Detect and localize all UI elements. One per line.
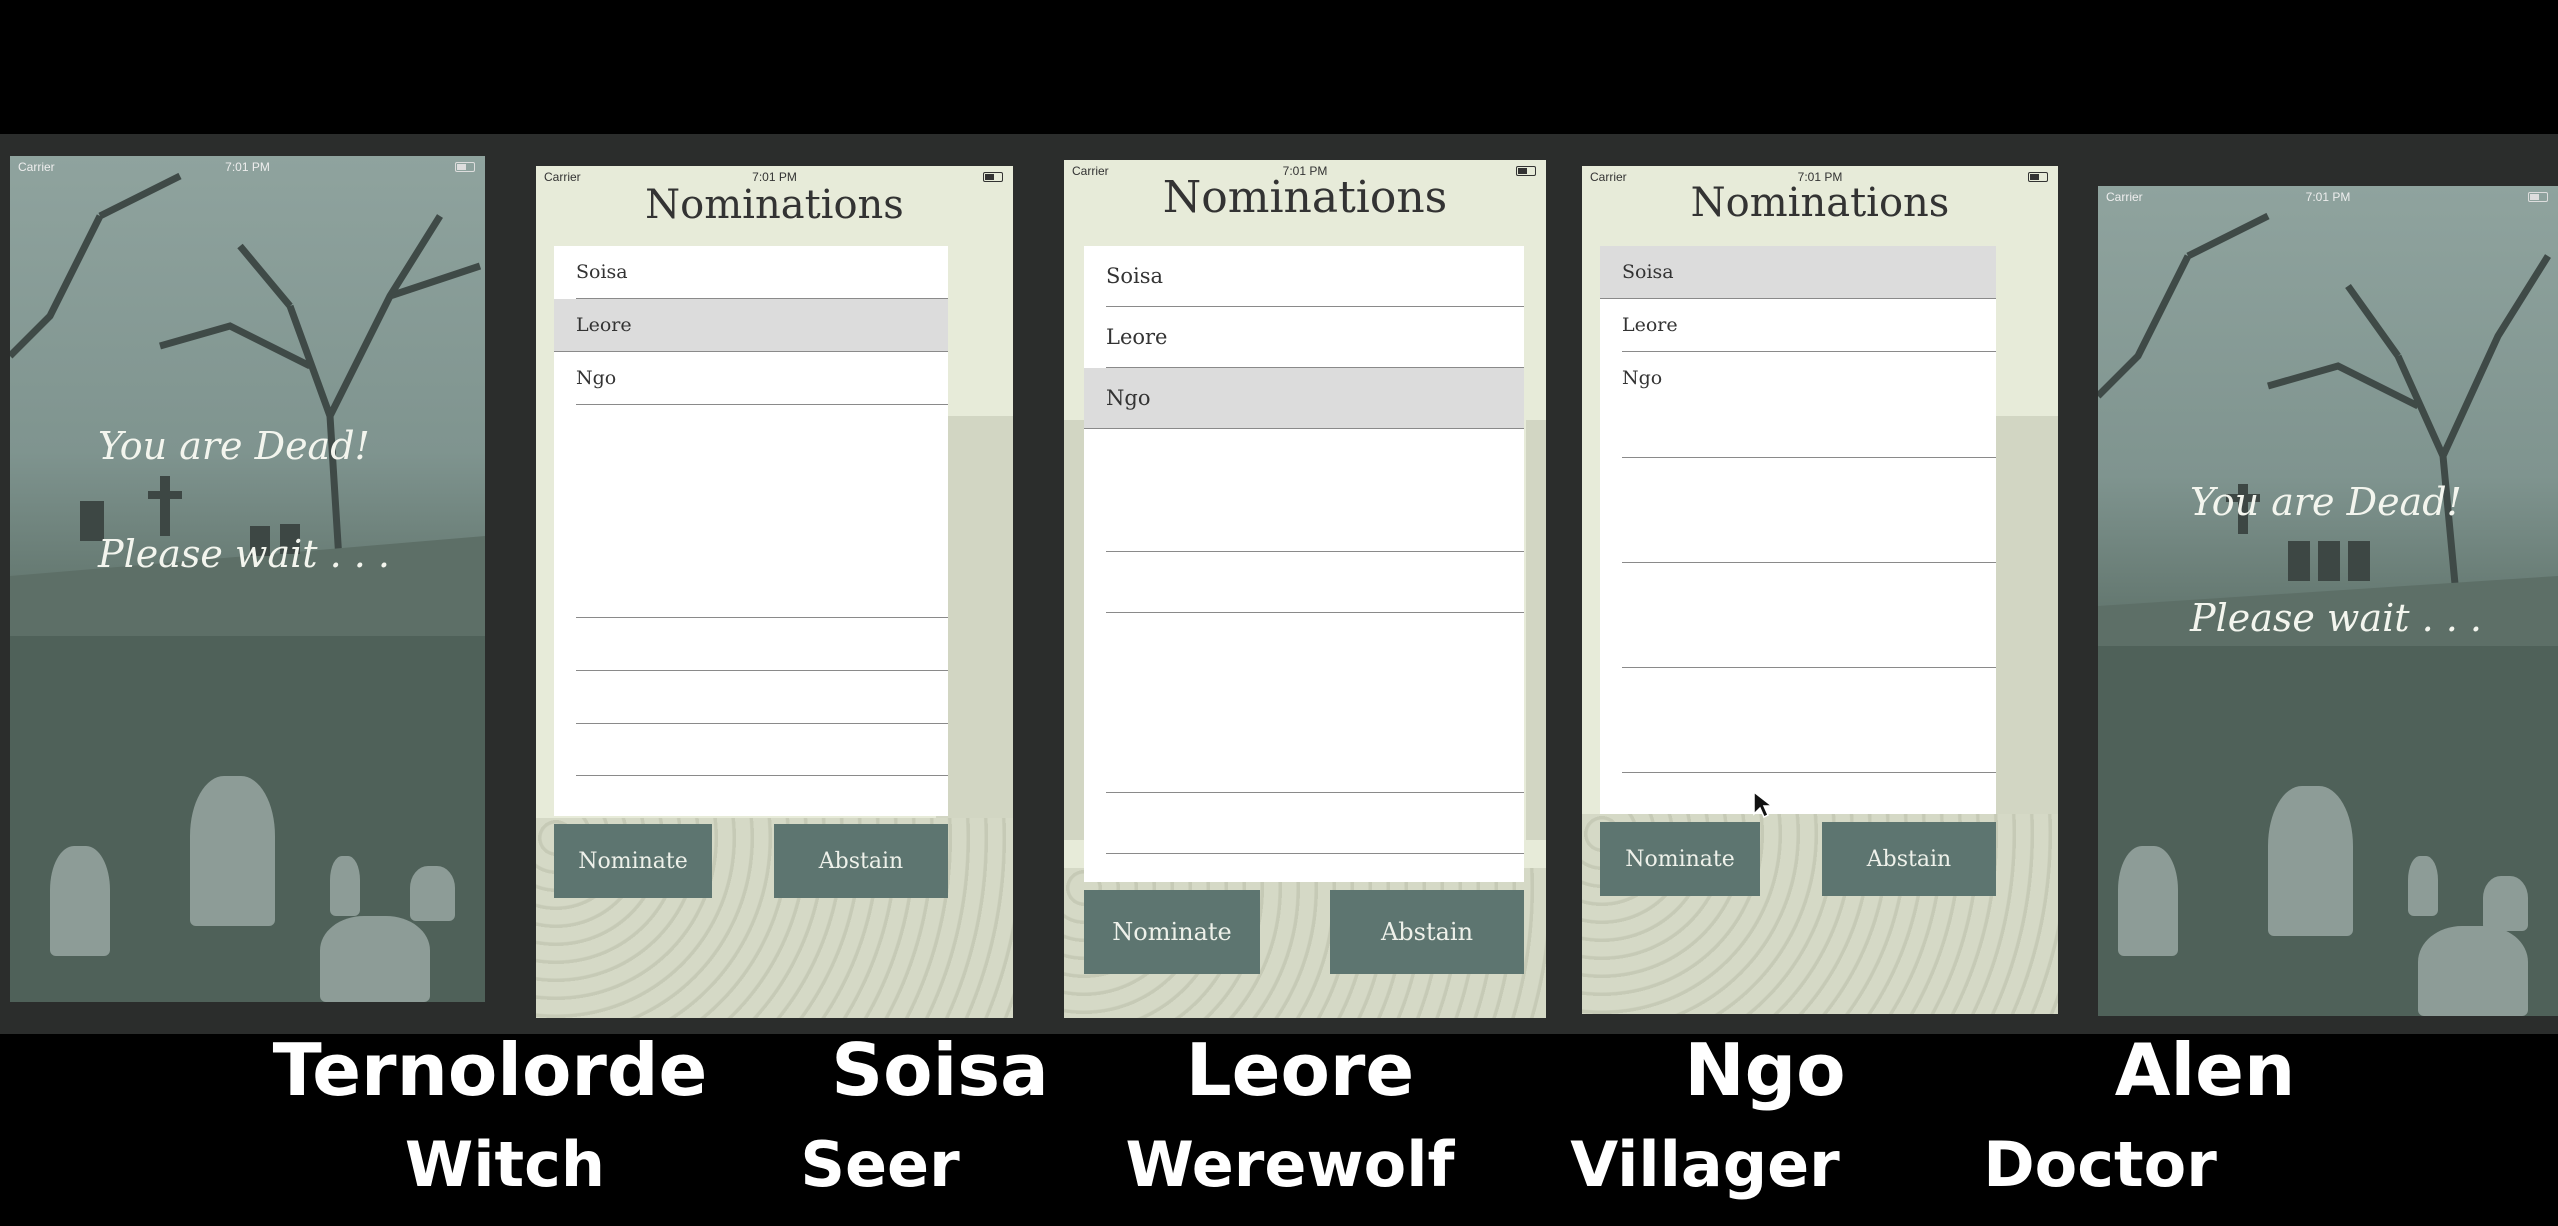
list-item[interactable]: Leore bbox=[1106, 307, 1524, 368]
gravestone bbox=[330, 856, 360, 916]
gravestone bbox=[320, 916, 430, 1002]
list-item-selected[interactable]: Ngo bbox=[1084, 368, 1524, 429]
list-item-selected[interactable]: Leore bbox=[554, 299, 948, 352]
player-role-caption: Villager bbox=[1570, 1128, 1840, 1201]
player-name-caption: Ngo bbox=[1684, 1028, 1846, 1112]
player-role-caption: Seer bbox=[800, 1128, 960, 1201]
empty-row bbox=[1106, 793, 1524, 854]
phone-screen-soisa: Carrier 7:01 PM Nominations Soisa Leore … bbox=[536, 166, 1013, 1018]
empty-row bbox=[1106, 552, 1524, 613]
player-name-caption: Leore bbox=[1185, 1028, 1415, 1112]
player-name-caption: Alen bbox=[2114, 1028, 2296, 1112]
background-building bbox=[1992, 416, 2058, 836]
background-building bbox=[1526, 420, 1546, 840]
phone-screen-alen: Carrier 7:01 PM You are Dead! Please wai… bbox=[2098, 186, 2558, 1016]
dead-message: You are Dead! bbox=[2190, 480, 2462, 524]
dead-tree-illustration bbox=[10, 172, 485, 656]
empty-row bbox=[1622, 563, 1996, 668]
wait-message: Please wait . . . bbox=[2190, 596, 2483, 640]
gravestone bbox=[2268, 786, 2353, 936]
page-title: Nominations bbox=[645, 182, 904, 228]
dead-message: You are Dead! bbox=[98, 424, 370, 468]
nominee-list[interactable]: Soisa Leore Ngo bbox=[1084, 246, 1524, 882]
player-role-caption: Doctor bbox=[1983, 1128, 2217, 1201]
player-role-caption: Werewolf bbox=[1125, 1128, 1455, 1201]
nominee-list[interactable]: Soisa Leore Ngo bbox=[554, 246, 948, 816]
list-item[interactable]: Soisa bbox=[1106, 246, 1524, 307]
phone-screen-leore: Carrier 7:01 PM Nominations Soisa Leore … bbox=[1064, 160, 1546, 1018]
nominate-button[interactable]: Nominate bbox=[1600, 822, 1760, 896]
list-item-selected[interactable]: Soisa bbox=[1600, 246, 1996, 299]
player-name-caption: Ternolorde bbox=[272, 1028, 708, 1112]
background-building bbox=[1064, 420, 1084, 840]
empty-row bbox=[576, 405, 948, 618]
player-role-caption: Witch bbox=[404, 1128, 606, 1201]
empty-row bbox=[576, 724, 948, 776]
battery-icon bbox=[983, 172, 1003, 182]
nominee-list[interactable]: Soisa Leore Ngo bbox=[1600, 246, 1996, 814]
empty-row bbox=[576, 671, 948, 724]
gravestone bbox=[190, 776, 275, 926]
abstain-button[interactable]: Abstain bbox=[1330, 890, 1524, 974]
empty-row bbox=[576, 618, 948, 671]
nominate-button[interactable]: Nominate bbox=[554, 824, 712, 898]
phone-screen-ngo: Carrier 7:01 PM Nominations Soisa Leore … bbox=[1582, 166, 2058, 1014]
wait-message: Please wait . . . bbox=[98, 532, 391, 576]
list-item[interactable]: Ngo bbox=[576, 352, 948, 405]
empty-row bbox=[1622, 668, 1996, 773]
empty-row bbox=[1106, 429, 1524, 552]
page-title: Nominations bbox=[1162, 172, 1448, 223]
list-item[interactable]: Ngo bbox=[1622, 352, 1996, 458]
empty-row bbox=[1622, 458, 1996, 563]
gravestone bbox=[2483, 876, 2528, 931]
mouse-cursor-icon bbox=[1753, 790, 1774, 819]
player-name-caption: Soisa bbox=[831, 1028, 1049, 1112]
abstain-button[interactable]: Abstain bbox=[774, 824, 948, 898]
abstain-button[interactable]: Abstain bbox=[1822, 822, 1996, 896]
gravestone bbox=[50, 846, 110, 956]
phone-screen-ternolorde: Carrier 7:01 PM You are Dead! Please wai… bbox=[10, 156, 485, 1002]
gravestone bbox=[2408, 856, 2438, 916]
nominate-button[interactable]: Nominate bbox=[1084, 890, 1260, 974]
gravestone bbox=[2118, 846, 2178, 956]
page-title: Nominations bbox=[1690, 180, 1950, 226]
empty-row bbox=[1106, 613, 1524, 793]
gravestone bbox=[410, 866, 455, 921]
list-item[interactable]: Soisa bbox=[576, 246, 948, 299]
list-item[interactable]: Leore bbox=[1622, 299, 1996, 352]
gravestone bbox=[2418, 926, 2528, 1016]
